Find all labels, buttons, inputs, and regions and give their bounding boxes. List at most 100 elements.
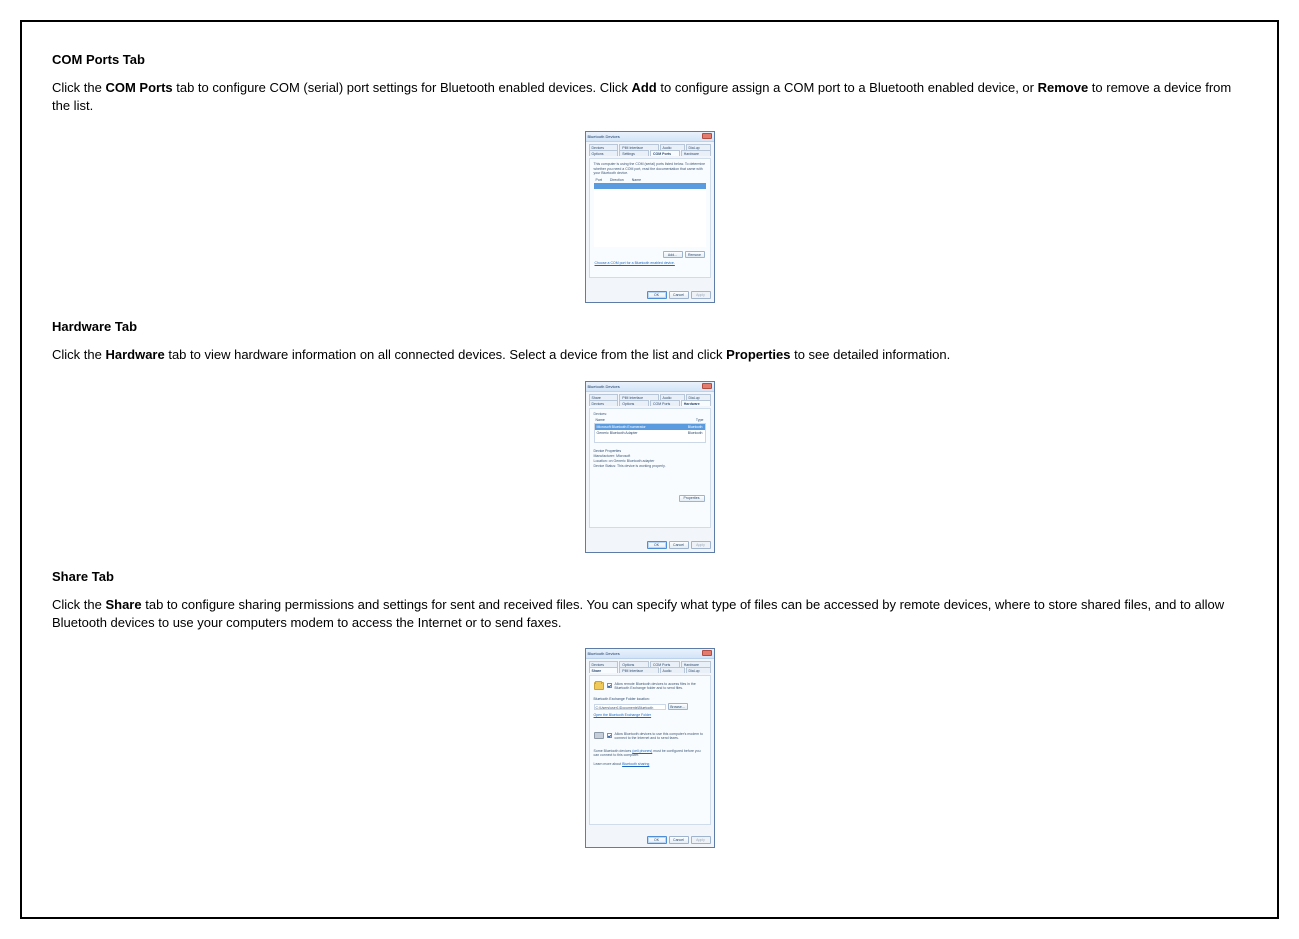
tab-devices[interactable]: Devices [589,400,619,406]
dialog-title: Bluetooth Devices [588,384,620,389]
apply-button[interactable]: Apply [691,836,711,844]
dialog-tabs-row1: Devices Options COM Ports Hardware [586,659,714,667]
ok-button[interactable]: OK [647,291,667,299]
bold-remove: Remove [1038,80,1089,95]
ok-button[interactable]: OK [647,541,667,549]
dialog-titlebar: Bluetooth Devices [586,132,714,142]
folder-icon [594,682,604,690]
text-fragment: Click the [52,597,105,612]
exchange-folder-path[interactable]: C:\Users\user1\Documents\Bluetooth Excha… [594,704,666,710]
allow-files-checkbox[interactable] [607,683,612,688]
tab-dialup[interactable]: Dial-up [686,667,711,673]
cancel-button[interactable]: Cancel [669,836,689,844]
hardware-device-list[interactable]: Microsoft Bluetooth Enumerator Bluetooth… [594,423,706,443]
dialog-hardware: Bluetooth Devices Share PIM Interface Au… [585,381,715,553]
share-screenshot: Bluetooth Devices Devices Options COM Po… [52,648,1247,848]
tab-options[interactable]: Options [619,400,649,406]
close-icon[interactable] [702,133,712,139]
tab-options[interactable]: Options [589,150,619,156]
dialog-titlebar: Bluetooth Devices [586,649,714,659]
text-fragment: Click the [52,80,105,95]
dialog-tabs-row1: Devices PIM Interface Audio Dial-up [586,142,714,150]
comports-buttons: Add... Remove [594,251,706,258]
comports-intro: This computer is using the COM (serial) … [594,162,706,176]
exchange-folder-label: Bluetooth Exchange Folder location: [594,697,706,701]
comports-heading: COM Ports Tab [52,52,1247,67]
bold-properties: Properties [726,347,790,362]
dialog-tabs-row2: Share PIM Interface Audio Dial-up [586,667,714,675]
remove-button[interactable]: Remove [685,251,705,258]
dialog-tabs-row2: Options Settings COM Ports Hardware [586,150,714,158]
share-note: Some Bluetooth devices (cell phones) mus… [594,749,706,758]
path-row: C:\Users\user1\Documents\Bluetooth Excha… [594,703,706,710]
learn-more-label: Learn more about [594,762,623,766]
hardware-screenshot: Bluetooth Devices Share PIM Interface Au… [52,381,1247,553]
tab-hardware[interactable]: Hardware [681,400,711,406]
col-type: Type [696,418,704,422]
tab-comports[interactable]: COM Ports [650,150,680,156]
bluetooth-sharing-link[interactable]: Bluetooth sharing [622,762,649,766]
bold-comports: COM Ports [105,80,172,95]
open-exchange-folder-link[interactable]: Open the Bluetooth Exchange Folder [594,713,652,717]
dialog-footer: OK Cancel Apply [589,539,711,549]
col-direction: Direction [610,178,624,182]
tab-settings[interactable]: Settings [619,150,649,156]
dialog-tabs-row1: Share PIM Interface Audio Dial-up [586,392,714,400]
dialog-tabs-row2: Devices Options COM Ports Hardware [586,400,714,408]
dialog-footer: OK Cancel Apply [589,834,711,844]
note-pre: Some Bluetooth devices [594,749,633,753]
device-row[interactable]: Generic Bluetooth Adapter Bluetooth [595,430,705,436]
share-files-row: Allow remote Bluetooth devices to access… [594,682,706,691]
dialog-comports: Bluetooth Devices Devices PIM Interface … [585,131,715,303]
cancel-button[interactable]: Cancel [669,541,689,549]
modem-icon [594,732,604,739]
dialog-title: Bluetooth Devices [588,651,620,656]
text-fragment: tab to configure sharing permissions and… [52,597,1224,630]
dialog-body: Allow remote Bluetooth devices to access… [589,675,711,825]
text-fragment: tab to view hardware information on all … [165,347,726,362]
dialog-share: Bluetooth Devices Devices Options COM Po… [585,648,715,848]
close-icon[interactable] [702,383,712,389]
col-port: Port [596,178,602,182]
bold-share: Share [105,597,141,612]
tab-pim[interactable]: PIM Interface [619,667,658,673]
text-fragment: to configure assign a COM port to a Blue… [657,80,1038,95]
comports-paragraph: Click the COM Ports tab to configure COM… [52,79,1247,115]
allow-modem-label: Allow Bluetooth devices to use this comp… [615,732,706,741]
dialog-title: Bluetooth Devices [588,134,620,139]
share-heading: Share Tab [52,569,1247,584]
apply-button[interactable]: Apply [691,291,711,299]
col-name: Name [632,178,641,182]
dialog-titlebar: Bluetooth Devices [586,382,714,392]
comports-link[interactable]: Choose a COM port for a Bluetooth enable… [594,261,706,265]
dialog-body: Devices: Name Type Microsoft Bluetooth E… [589,408,711,528]
apply-button[interactable]: Apply [691,541,711,549]
dialog-footer: OK Cancel Apply [589,289,711,299]
comports-screenshot: Bluetooth Devices Devices PIM Interface … [52,131,1247,303]
comports-selected-row[interactable] [594,183,706,189]
col-name: Name [596,418,605,422]
cellphones-link[interactable]: (cell phones) [632,749,652,753]
hardware-buttons: Properties [594,495,706,502]
close-icon[interactable] [702,650,712,656]
device-type: Bluetooth [688,425,703,429]
comports-list[interactable] [594,183,706,247]
browse-button[interactable]: Browse... [668,703,688,710]
device-properties-block: Device Properties Manufacturer: Microsof… [594,449,706,469]
text-fragment: to see detailed information. [790,347,950,362]
device-name: Generic Bluetooth Adapter [597,431,638,435]
share-paragraph: Click the Share tab to configure sharing… [52,596,1247,632]
add-button[interactable]: Add... [663,251,683,258]
properties-button[interactable]: Properties [679,495,705,502]
hardware-paragraph: Click the Hardware tab to view hardware … [52,346,1247,364]
ok-button[interactable]: OK [647,836,667,844]
tab-hardware[interactable]: Hardware [681,150,711,156]
tab-audio[interactable]: Audio [660,667,685,673]
devices-label: Devices: [594,412,706,417]
tab-share[interactable]: Share [589,667,619,673]
allow-modem-checkbox[interactable] [607,733,612,738]
bold-hardware: Hardware [105,347,164,362]
tab-comports[interactable]: COM Ports [650,400,680,406]
cancel-button[interactable]: Cancel [669,291,689,299]
allow-files-label: Allow remote Bluetooth devices to access… [615,682,706,691]
